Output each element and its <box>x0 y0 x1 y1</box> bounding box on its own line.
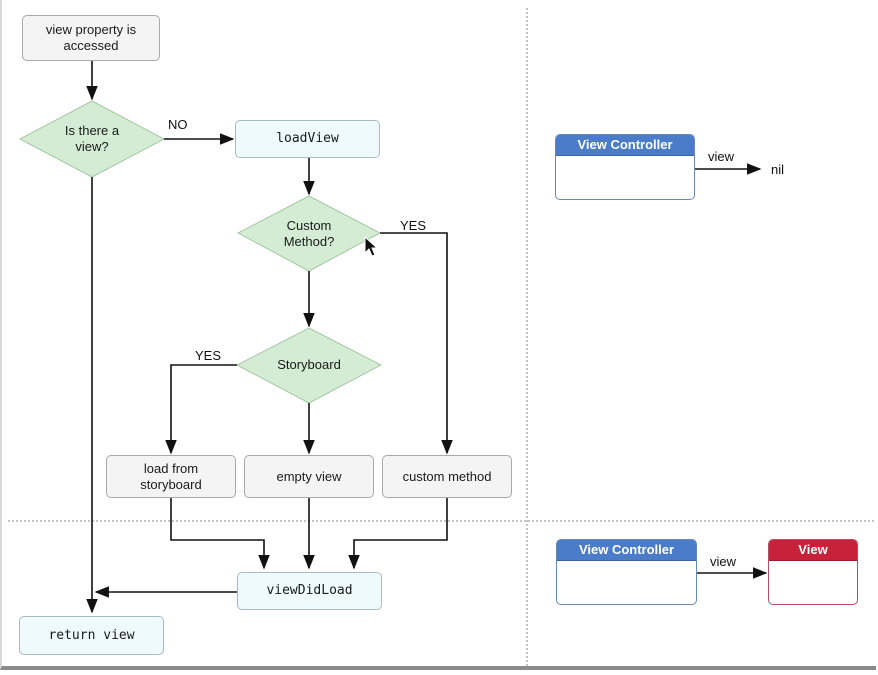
arrow-storyboard-yes <box>165 364 237 455</box>
arrow-storyboard-to-viewdidload <box>170 498 270 570</box>
return-view-node: return view <box>19 616 164 655</box>
viewdidload-node: viewDidLoad <box>237 572 382 610</box>
return-view-label: return view <box>48 627 135 643</box>
custom-method-node: custom method <box>382 455 512 498</box>
connector-layer <box>18 61 768 614</box>
view-property-label-after: view <box>710 554 737 569</box>
mouse-cursor-icon <box>364 236 379 257</box>
view-property-label-before: view <box>708 149 735 164</box>
view-controller-before: View Controller <box>555 134 695 200</box>
loadview-label: loadView <box>276 131 339 146</box>
start-node: view property is accessed <box>22 15 160 61</box>
decision-storyboard-label: Storyboard <box>277 357 341 372</box>
nil-label: nil <box>771 162 785 177</box>
empty-view-node: empty view <box>244 455 374 498</box>
edge-label-yes-storyboard: YES <box>195 348 222 363</box>
edge-label-yes-custom: YES <box>400 218 427 233</box>
load-storyboard-node: load from storyboard <box>106 455 236 498</box>
view-controller-before-title: View Controller <box>556 135 694 156</box>
empty-view-label: empty view <box>276 468 342 484</box>
decision-view-label: Is there a view? <box>64 123 120 154</box>
viewdidload-label: viewDidLoad <box>266 583 353 598</box>
decision-custom-label: Custom Method? <box>283 218 335 249</box>
custom-method-label: custom method <box>402 468 492 484</box>
start-node-label: view property is accessed <box>45 22 137 53</box>
view-object: View <box>768 539 858 605</box>
load-storyboard-label: load from storyboard <box>140 460 202 492</box>
arrow-custom-yes <box>380 232 453 455</box>
edge-label-no: NO <box>168 117 188 132</box>
view-controller-after-title: View Controller <box>557 540 696 561</box>
view-controller-after: View Controller <box>556 539 697 605</box>
loadview-node: loadView <box>235 120 380 158</box>
view-object-title: View <box>769 540 857 561</box>
arrow-custom-to-viewdidload <box>348 498 448 570</box>
